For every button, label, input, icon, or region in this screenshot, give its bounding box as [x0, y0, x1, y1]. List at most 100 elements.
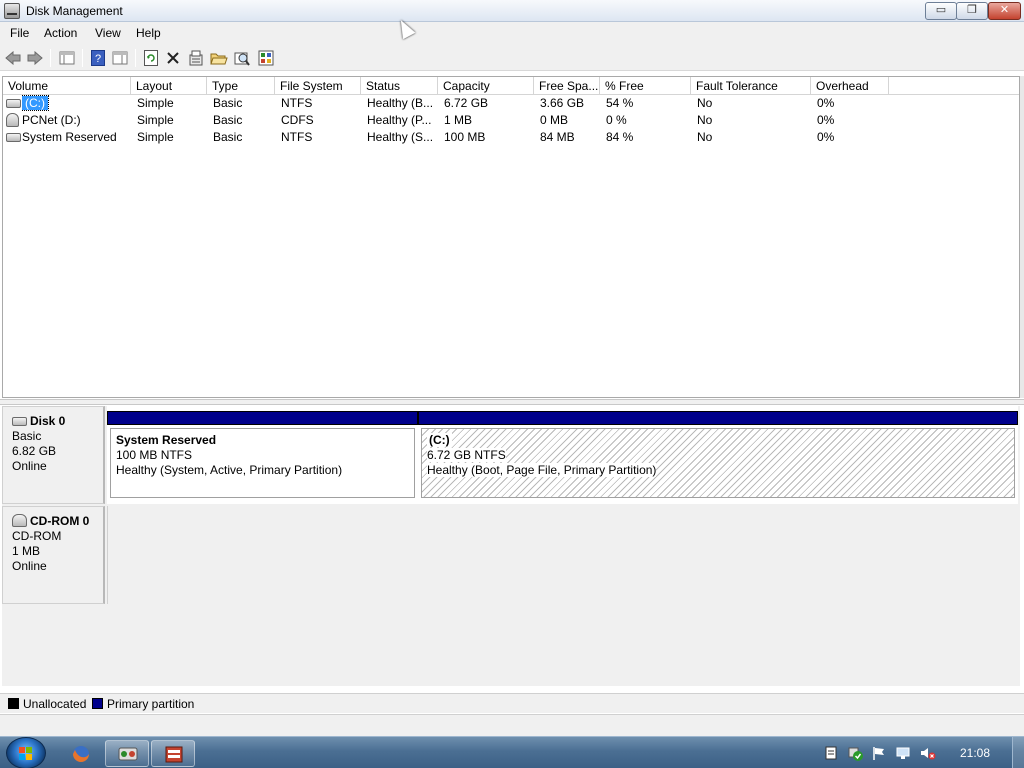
- disk-type: Basic: [12, 429, 42, 443]
- menu-file[interactable]: File: [10, 26, 29, 40]
- partition-name: System Reserved: [116, 433, 217, 447]
- column-file-system[interactable]: File System: [275, 77, 361, 95]
- disk-0-partitions: System Reserved 100 MB NTFS Healthy (Sys…: [107, 406, 1018, 504]
- volume-name: System Reserved: [22, 130, 117, 144]
- layout-cell: Simple: [137, 113, 174, 127]
- clock[interactable]: 21:08: [960, 746, 990, 760]
- rescan-icon[interactable]: [257, 49, 275, 67]
- disk-0-info[interactable]: Disk 0 Basic 6.82 GB Online: [2, 406, 105, 504]
- fault-tolerance-cell: No: [697, 113, 713, 127]
- column-status[interactable]: Status: [361, 77, 438, 95]
- volume-row-c[interactable]: (C:) Simple Basic NTFS Healthy (B... 6.7…: [3, 95, 1019, 112]
- firefox-icon: [73, 746, 89, 762]
- pane-splitter[interactable]: [0, 399, 1024, 405]
- help-icon[interactable]: ?: [89, 49, 107, 67]
- taskbar-network-app[interactable]: [105, 740, 149, 767]
- primary-partition-swatch: [92, 698, 103, 709]
- column-type[interactable]: Type: [207, 77, 275, 95]
- column-fault-tolerance[interactable]: Fault Tolerance: [691, 77, 811, 95]
- menu-view[interactable]: View: [95, 26, 121, 40]
- network-app-icon: [118, 747, 138, 761]
- list-view-icon[interactable]: [111, 49, 129, 67]
- percent-free-cell: 84 %: [606, 130, 634, 144]
- open-icon[interactable]: [210, 49, 228, 67]
- taskbar: 21:08: [0, 736, 1024, 768]
- menu-bar: File Action View Help: [0, 22, 1024, 44]
- partition-body: (C:) 6.72 GB NTFS Healthy (Boot, Page Fi…: [421, 428, 1015, 498]
- cdrom-0-row: CD-ROM 0 CD-ROM 1 MB Online: [2, 506, 1020, 604]
- overhead-cell: 0%: [817, 130, 835, 144]
- refresh-icon[interactable]: [142, 49, 160, 67]
- legend: Unallocated Primary partition: [0, 693, 1024, 713]
- properties-icon[interactable]: [187, 49, 205, 67]
- console-tree-icon[interactable]: [58, 49, 76, 67]
- partition-status-wrap: Healthy (Boot, Page File, Primary Partit…: [427, 463, 1009, 478]
- maximize-button[interactable]: ❐: [956, 2, 988, 20]
- partition-status: Healthy (Boot, Page File, Primary Partit…: [427, 463, 657, 477]
- cd-drive-icon: [6, 113, 19, 127]
- vertical-scrollbar[interactable]: [1020, 76, 1024, 398]
- taskbar-disk-management[interactable]: [151, 740, 195, 767]
- show-desktop-button[interactable]: [1012, 737, 1024, 768]
- partition-status: Healthy (System, Active, Primary Partiti…: [116, 463, 343, 477]
- partition-body: System Reserved 100 MB NTFS Healthy (Sys…: [110, 428, 415, 498]
- hard-disk-icon: [12, 417, 27, 426]
- window-title: Disk Management: [26, 4, 123, 18]
- start-button[interactable]: [6, 737, 46, 768]
- partition-fs-wrap: 6.72 GB NTFS: [427, 448, 1009, 463]
- type-cell: Basic: [213, 130, 243, 144]
- action-center-icon[interactable]: [824, 746, 838, 760]
- capacity-cell: 6.72 GB: [444, 96, 489, 110]
- column-volume[interactable]: Volume: [3, 77, 131, 95]
- disk-name: Disk 0: [30, 414, 66, 428]
- status-cell: Healthy (P...: [367, 113, 432, 127]
- close-button[interactable]: ✕: [988, 2, 1021, 20]
- security-icon[interactable]: [848, 746, 863, 761]
- volume-list-header: Volume Layout Type File System Status Ca…: [3, 77, 1019, 95]
- volume-list: Volume Layout Type File System Status Ca…: [2, 76, 1020, 398]
- disk-size: 1 MB: [12, 544, 41, 558]
- taskbar-firefox[interactable]: [61, 740, 101, 767]
- partition-fs: 6.72 GB NTFS: [427, 448, 506, 462]
- network-icon[interactable]: [896, 746, 910, 760]
- volume-row-system-reserved[interactable]: System Reserved Simple Basic NTFS Health…: [3, 129, 1019, 146]
- menu-help[interactable]: Help: [136, 26, 161, 40]
- column-free-space[interactable]: Free Spa...: [534, 77, 600, 95]
- flag-icon[interactable]: [872, 746, 886, 760]
- layout-cell: Simple: [137, 130, 174, 144]
- primary-partition-bar: [107, 411, 418, 425]
- file-system-cell: CDFS: [281, 113, 314, 127]
- column-overhead[interactable]: Overhead: [811, 77, 889, 95]
- column-capacity[interactable]: Capacity: [438, 77, 534, 95]
- forward-icon[interactable]: [26, 49, 44, 67]
- explore-icon[interactable]: [233, 49, 251, 67]
- toolbar: ?: [0, 44, 1024, 71]
- cdrom-0-info[interactable]: CD-ROM 0 CD-ROM 1 MB Online: [2, 506, 105, 604]
- disk-name-wrap: CD-ROM 0: [12, 514, 103, 529]
- overhead-cell: 0%: [817, 96, 835, 110]
- capacity-cell: 100 MB: [444, 130, 486, 144]
- partition-c[interactable]: (C:) 6.72 GB NTFS Healthy (Boot, Page Fi…: [418, 406, 1018, 504]
- minimize-button[interactable]: ▭: [925, 2, 957, 20]
- cd-drive-icon: [12, 514, 27, 527]
- overhead-cell: 0%: [817, 113, 835, 127]
- column-layout[interactable]: Layout: [131, 77, 207, 95]
- hard-disk-icon: [6, 133, 21, 142]
- fault-tolerance-cell: No: [697, 96, 713, 110]
- toolbar-separator: [82, 49, 83, 67]
- menu-action[interactable]: Action: [44, 26, 77, 40]
- capacity-cell: 1 MB: [444, 113, 473, 127]
- unallocated-swatch: [8, 698, 19, 709]
- status-cell: Healthy (B...: [367, 96, 434, 110]
- windows-logo-icon: [19, 747, 33, 761]
- back-icon[interactable]: [4, 49, 22, 67]
- toolbar-separator: [135, 49, 136, 67]
- legend-primary-partition: Primary partition: [107, 697, 195, 711]
- hard-disk-icon: [6, 99, 21, 108]
- column-percent-free[interactable]: % Free: [600, 77, 691, 95]
- volume-row-pcnet[interactable]: PCNet (D:) Simple Basic CDFS Healthy (P.…: [3, 112, 1019, 129]
- partition-system-reserved[interactable]: System Reserved 100 MB NTFS Healthy (Sys…: [107, 406, 418, 504]
- volume-muted-icon[interactable]: [920, 746, 936, 760]
- type-cell: Basic: [213, 96, 243, 110]
- delete-icon[interactable]: [164, 49, 182, 67]
